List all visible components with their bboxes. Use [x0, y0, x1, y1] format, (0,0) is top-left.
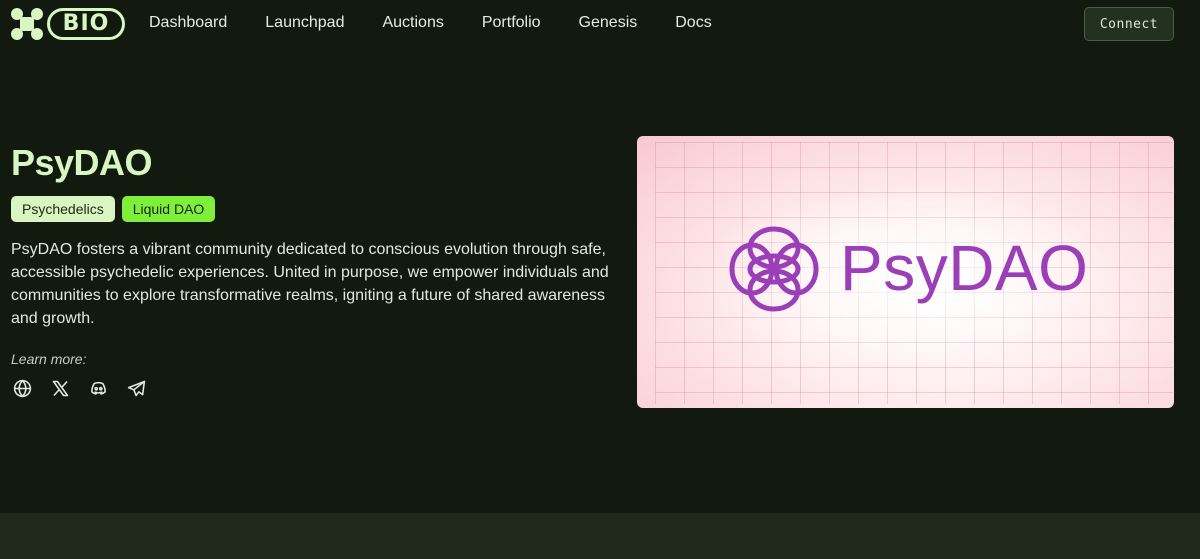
- nav-dashboard[interactable]: Dashboard: [149, 14, 227, 32]
- tag-psychedelics: Psychedelics: [11, 196, 115, 222]
- bottom-section-edge: [0, 513, 1200, 559]
- banner-wordmark: PsyDAO: [840, 232, 1089, 304]
- tag-liquid-dao: Liquid DAO: [121, 196, 216, 222]
- x-icon: [52, 380, 69, 397]
- website-link[interactable]: [12, 378, 33, 399]
- nav-launchpad[interactable]: Launchpad: [265, 14, 344, 32]
- social-links: [12, 378, 147, 399]
- top-nav: BIO Dashboard Launchpad Auctions Portfol…: [0, 0, 1200, 48]
- bio-logo[interactable]: BIO: [10, 7, 126, 41]
- telegram-link[interactable]: [126, 378, 147, 399]
- page: BIO Dashboard Launchpad Auctions Portfol…: [0, 0, 1200, 559]
- project-banner: PsyDAO: [637, 136, 1174, 408]
- telegram-icon: [127, 380, 146, 397]
- connect-button[interactable]: Connect: [1084, 7, 1174, 41]
- psydao-logo-icon: [729, 226, 819, 312]
- learn-more-label: Learn more:: [11, 351, 87, 367]
- bio-logo-mark-icon: [11, 8, 43, 40]
- nav-portfolio[interactable]: Portfolio: [482, 14, 541, 32]
- logo-wordmark: BIO: [47, 8, 125, 40]
- x-link[interactable]: [50, 378, 71, 399]
- project-description: PsyDAO fosters a vibrant community dedic…: [11, 241, 609, 327]
- project-tags: Psychedelics Liquid DAO: [11, 196, 216, 222]
- nav-docs[interactable]: Docs: [675, 14, 711, 32]
- project-title: PsyDAO: [11, 142, 153, 183]
- discord-link[interactable]: [88, 378, 109, 399]
- main-nav: Dashboard Launchpad Auctions Portfolio G…: [149, 14, 750, 32]
- nav-genesis[interactable]: Genesis: [579, 14, 638, 32]
- nav-auctions[interactable]: Auctions: [382, 14, 443, 32]
- discord-icon: [91, 381, 106, 395]
- globe-icon: [13, 379, 32, 398]
